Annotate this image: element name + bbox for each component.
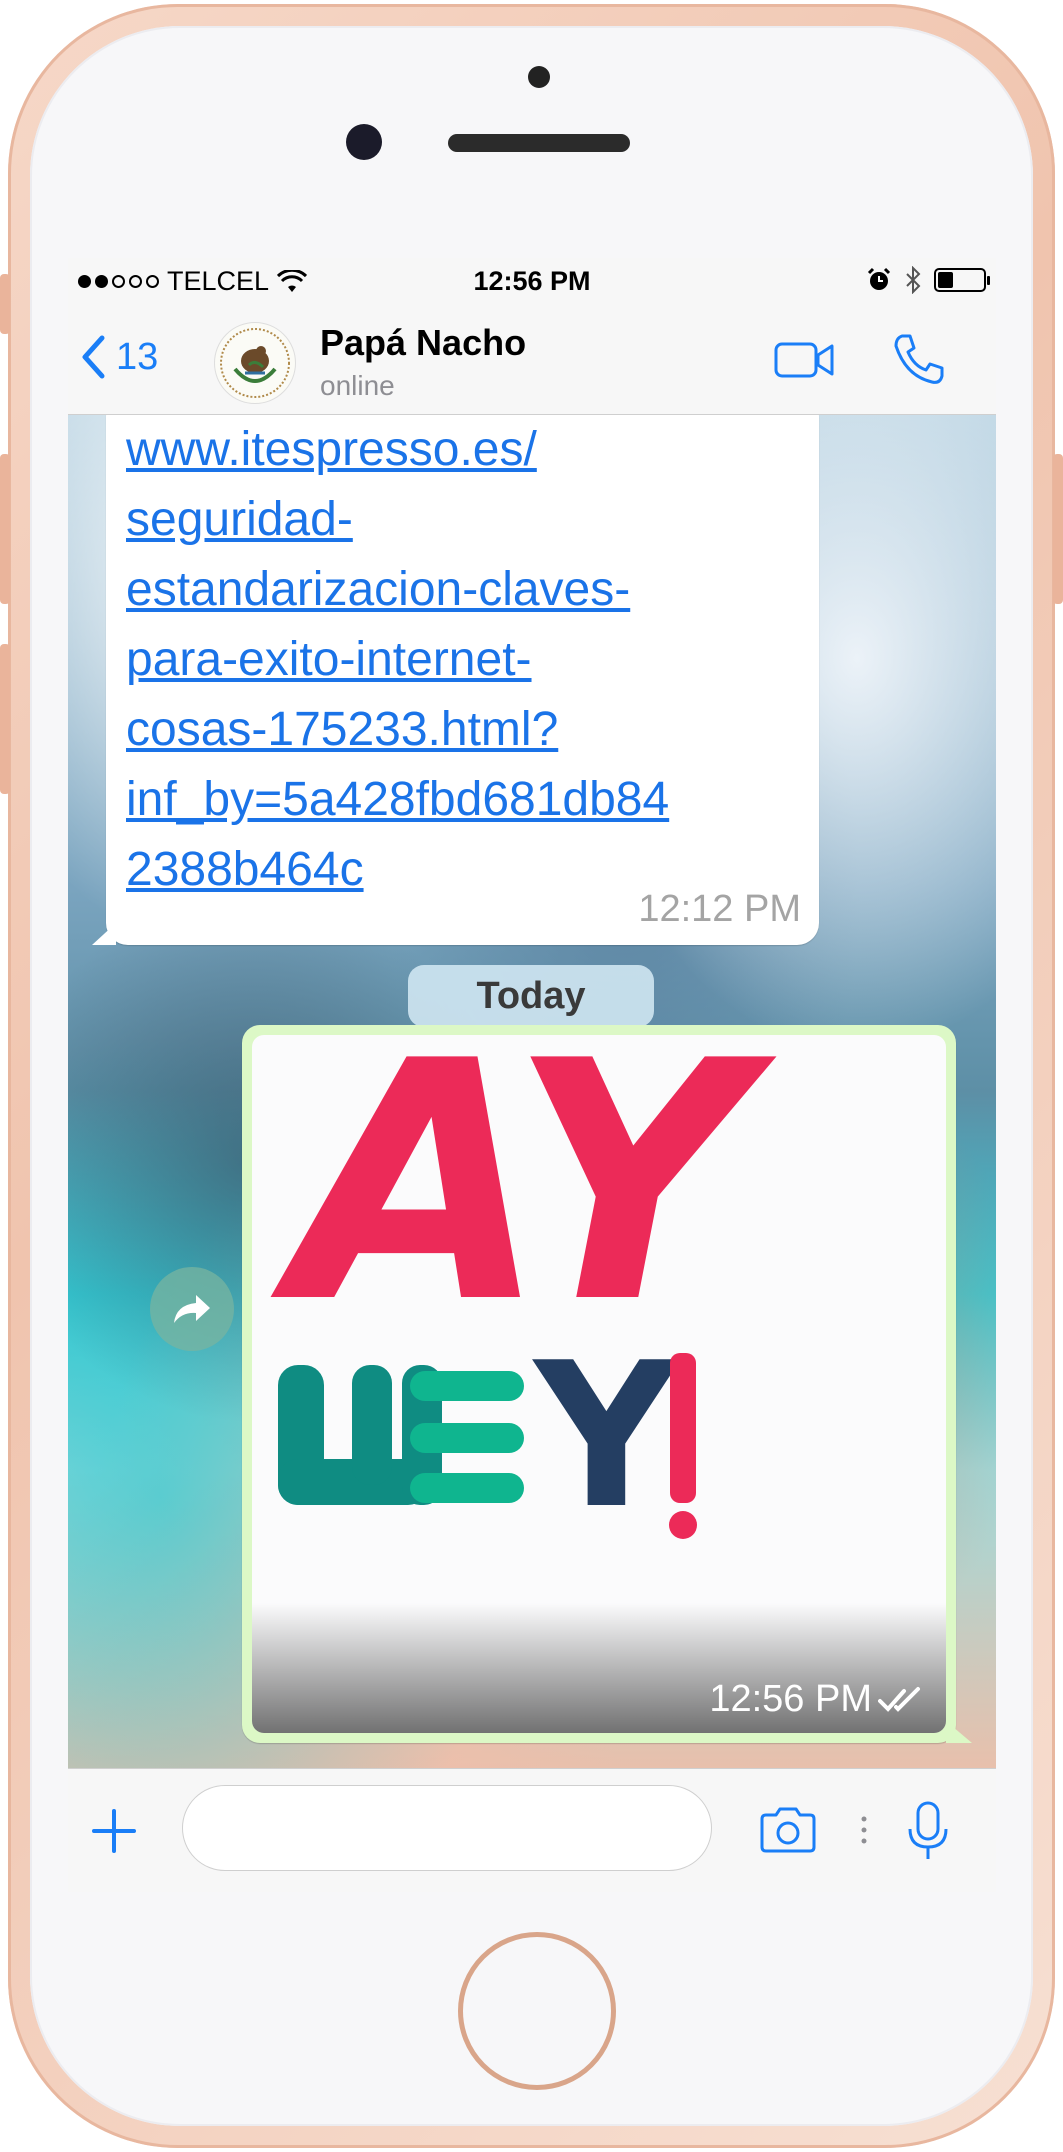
date-separator: Today [408, 965, 654, 1027]
front-camera [346, 124, 382, 160]
link-line[interactable]: www.itespresso.es/ [126, 415, 799, 485]
contact-name[interactable]: Papá Nacho [320, 322, 526, 364]
status-bar: TELCEL 12:56 PM [68, 258, 996, 304]
unread-count: 13 [116, 335, 159, 378]
sticker-image[interactable]: AY Y 12:56 PM [252, 1035, 946, 1733]
sticker-exclaim-dot [669, 1511, 697, 1539]
volume-up-button [0, 454, 10, 604]
input-bar [68, 1768, 996, 1892]
coat-of-arms-icon [220, 328, 290, 398]
message-link[interactable]: www.itespresso.es/ seguridad- estandariz… [126, 415, 799, 905]
double-check-icon [878, 1686, 920, 1712]
link-line[interactable]: seguridad- [126, 485, 799, 555]
back-button[interactable]: 13 [80, 334, 158, 380]
camera-icon[interactable] [758, 1805, 818, 1855]
battery-icon [934, 268, 990, 292]
contact-status: online [320, 370, 395, 401]
earpiece-speaker [448, 134, 630, 152]
volume-down-button [0, 644, 10, 794]
forward-icon [174, 1295, 210, 1323]
chat-header: 13 Papá Nacho online [68, 304, 996, 415]
microphone-icon[interactable] [906, 1799, 950, 1863]
message-time: 12:12 PM [638, 888, 801, 930]
bluetooth-icon [906, 266, 921, 294]
sticker-e-glyph [410, 1371, 524, 1503]
more-dots-icon [861, 1816, 867, 1844]
incoming-message[interactable]: www.itespresso.es/ seguridad- estandariz… [92, 415, 819, 945]
sticker-text-ay: AY [266, 1035, 777, 1375]
power-button [1053, 454, 1063, 604]
phone-icon[interactable] [892, 332, 944, 386]
outgoing-message[interactable]: AY Y 12:56 PM [242, 1025, 972, 1743]
link-line[interactable]: para-exito-internet- [126, 625, 799, 695]
contact-avatar[interactable] [214, 322, 296, 404]
message-input[interactable] [182, 1785, 712, 1871]
chat-area[interactable]: www.itespresso.es/ seguridad- estandariz… [68, 415, 996, 1768]
status-time: 12:56 PM [473, 266, 591, 296]
sticker-text-y: Y [532, 1320, 681, 1553]
video-call-icon[interactable] [774, 338, 836, 382]
plus-icon[interactable] [90, 1807, 138, 1855]
link-line[interactable]: cosas-175233.html? [126, 695, 799, 765]
forward-button[interactable] [150, 1267, 234, 1351]
status-right [866, 266, 990, 294]
sticker-exclaim [670, 1353, 696, 1503]
home-button[interactable] [458, 1932, 616, 2090]
screen: TELCEL 12:56 PM 13 Papá Nacho online www… [68, 258, 996, 1892]
proximity-sensor [528, 66, 550, 88]
mute-switch [0, 274, 10, 334]
outgoing-time-wrap: 12:56 PM [709, 1678, 928, 1721]
link-line[interactable]: inf_by=5a428fbd681db84 [126, 765, 799, 835]
message-time: 12:56 PM [709, 1678, 872, 1720]
link-line[interactable]: estandarizacion-claves- [126, 555, 799, 625]
alarm-icon [867, 267, 891, 290]
chevron-left-icon [82, 335, 105, 379]
